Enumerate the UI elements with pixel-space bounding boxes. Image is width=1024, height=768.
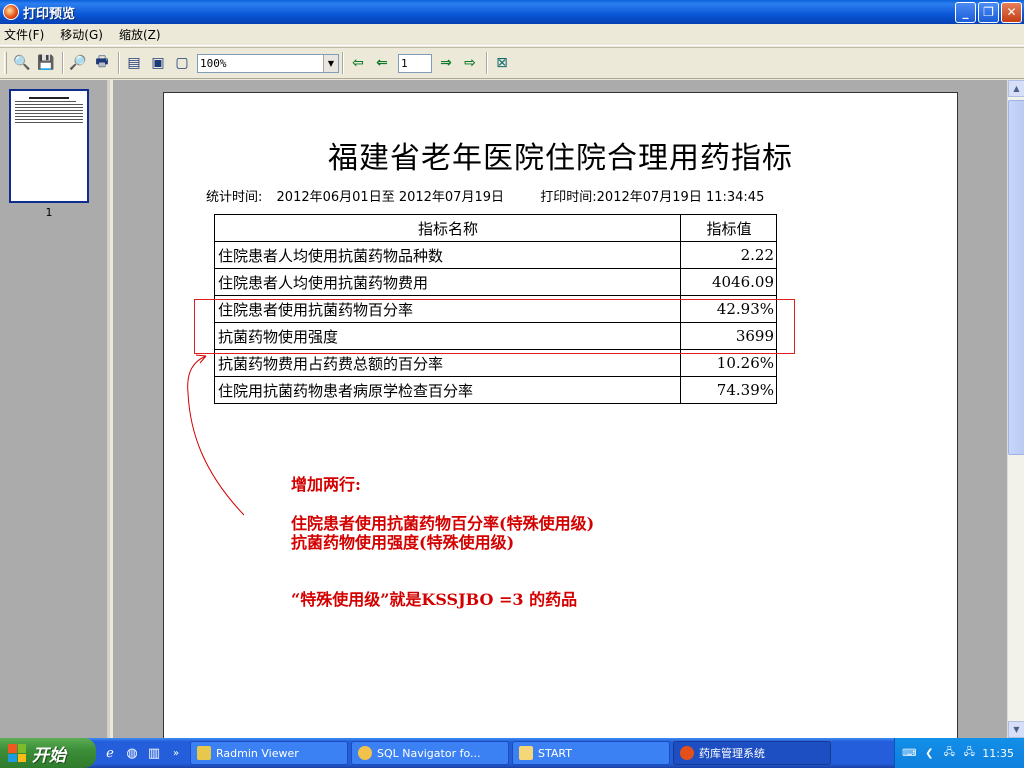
app-icon (3, 4, 19, 20)
previous-page-icon[interactable]: ⇐ (371, 52, 393, 74)
zoom-select[interactable]: 100% ▼ (197, 53, 339, 73)
toolbar-separator (62, 52, 64, 74)
folder-icon (519, 746, 533, 760)
toolbar-grip (4, 52, 7, 74)
system-tray: ⌨ ❮ 🖧 🖧 11:35 (894, 738, 1024, 768)
window-title: 打印预览 (23, 6, 76, 22)
app-icon (680, 746, 694, 760)
find-icon[interactable]: 🔎 (67, 52, 89, 74)
annotation-line-3: “特殊使用级”就是KSSJBO =3 的药品 (291, 590, 578, 609)
toolbar-separator (486, 52, 488, 74)
quick-launch: ℯ ◍ ▥ » (102, 745, 184, 761)
annotation-line-2: 抗菌药物使用强度(特殊使用级) (291, 533, 515, 552)
task-label: START (538, 746, 572, 760)
annotation-heading: 增加两行: (291, 475, 361, 494)
vertical-scrollbar[interactable]: ▲ ▼ (1007, 80, 1024, 738)
thumbnail-panel: 1 (0, 80, 110, 738)
clock[interactable]: 11:35 (982, 747, 1014, 760)
chevron-down-icon[interactable]: ▼ (323, 54, 338, 72)
whole-page-icon[interactable]: ▢ (171, 52, 193, 74)
ie-icon[interactable]: ℯ (102, 745, 118, 761)
task-pharmacy-system[interactable]: 药库管理系统 (673, 741, 831, 765)
page-number-input[interactable]: 1 (398, 53, 432, 73)
toolbar-separator (118, 52, 120, 74)
menu-file[interactable]: 文件(F) (4, 26, 44, 43)
task-label: Radmin Viewer (216, 746, 299, 760)
chevron-right-icon[interactable]: » (168, 745, 184, 761)
report-page: 福建省老年医院住院合理用药指标 统计时间: 2012年06月01日至 2012年… (163, 92, 958, 738)
single-page-icon[interactable]: ▤ (123, 52, 145, 74)
task-radmin[interactable]: Radmin Viewer (190, 741, 348, 765)
task-label: SQL Navigator fo... (377, 746, 481, 760)
save-icon[interactable]: 💾 (35, 52, 57, 74)
start-label: 开始 (32, 745, 66, 766)
last-page-icon[interactable]: ⇨ (459, 52, 481, 74)
document-icon[interactable]: ▥ (146, 745, 162, 761)
scrollbar-thumb[interactable] (1008, 100, 1024, 455)
menu-zoom[interactable]: 缩放(Z) (119, 26, 161, 43)
magnifier-icon[interactable]: 🔍 (11, 52, 33, 74)
page-width-icon[interactable]: ▣ (147, 52, 169, 74)
toolbar: 🔍 💾 🔎 🖶 ▤ ▣ ▢ 100% ▼ ⇦ ⇐ 1 ⇒ ⇨ ⊠ (0, 47, 1024, 79)
minimize-button[interactable]: _ (955, 1, 976, 23)
close-preview-icon[interactable]: ⊠ (491, 52, 513, 74)
menu-move[interactable]: 移动(G) (60, 26, 103, 43)
scroll-up-icon[interactable]: ▲ (1008, 80, 1024, 97)
start-button[interactable]: 开始 (0, 738, 96, 768)
task-start-folder[interactable]: START (512, 741, 670, 765)
browser-icon[interactable]: ◍ (124, 745, 140, 761)
task-label: 药库管理系统 (699, 747, 765, 760)
page-thumbnail[interactable] (9, 89, 89, 203)
maximize-button[interactable]: ❐ (978, 1, 999, 23)
windows-logo-icon (8, 744, 26, 762)
network-icon[interactable]: 🖧 (942, 746, 956, 760)
toolbar-separator (342, 52, 344, 74)
window-titlebar[interactable]: 打印预览 _ ❐ ✕ (0, 0, 1024, 24)
radmin-icon (197, 746, 211, 760)
first-page-icon[interactable]: ⇦ (347, 52, 369, 74)
annotation-arrow (187, 354, 245, 516)
thumbnail-label: 1 (45, 206, 53, 219)
taskbar: 开始 ℯ ◍ ▥ » Radmin Viewer SQL Navigator f… (0, 738, 1024, 768)
preview-area: 福建省老年医院住院合理用药指标 统计时间: 2012年06月01日至 2012年… (113, 80, 1007, 738)
network-icon[interactable]: 🖧 (962, 746, 976, 760)
chevron-left-icon[interactable]: ❮ (922, 746, 936, 760)
scroll-down-icon[interactable]: ▼ (1008, 721, 1024, 738)
close-button[interactable]: ✕ (1001, 1, 1022, 23)
menu-bar: 文件(F) 移动(G) 缩放(Z) (0, 24, 1024, 46)
printer-icon[interactable]: 🖶 (91, 52, 113, 74)
next-page-icon[interactable]: ⇒ (435, 52, 457, 74)
keyboard-icon[interactable]: ⌨ (902, 746, 916, 760)
sql-navigator-icon (358, 746, 372, 760)
zoom-value: 100% (200, 56, 227, 70)
task-sql-navigator[interactable]: SQL Navigator fo... (351, 741, 509, 765)
